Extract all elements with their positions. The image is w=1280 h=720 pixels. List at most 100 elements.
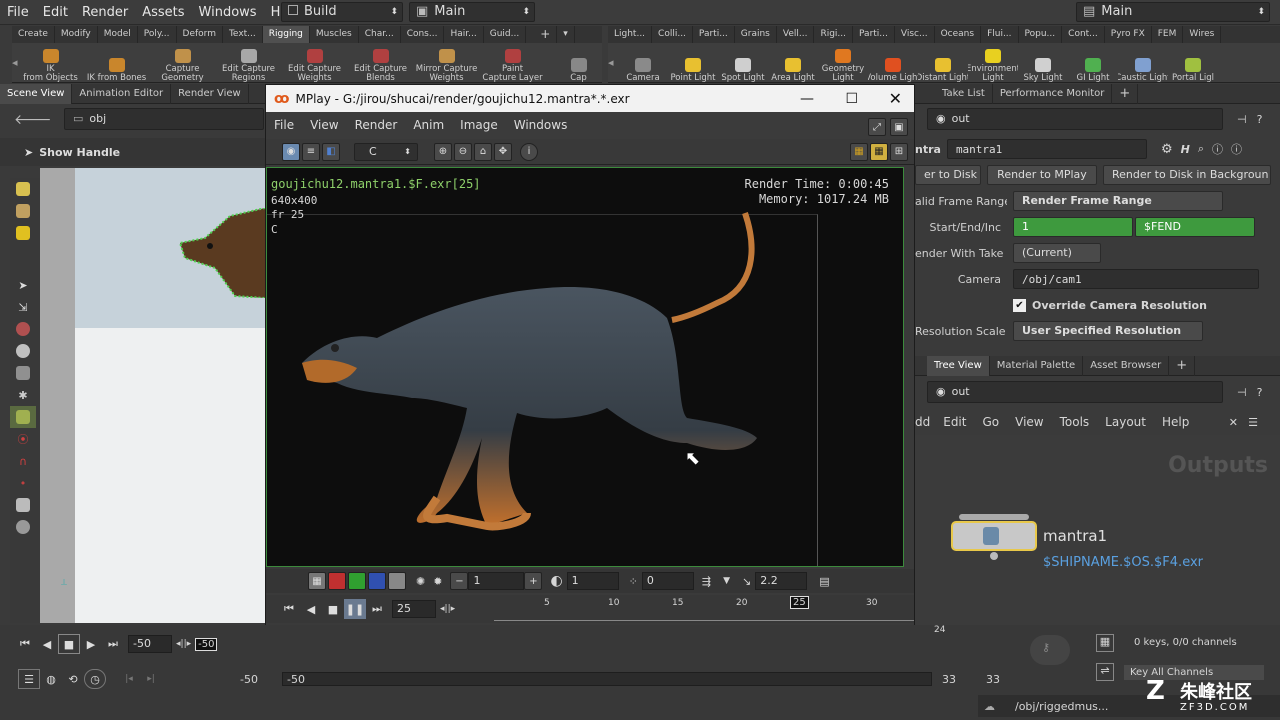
magnet-icon[interactable]: ∩ (10, 450, 36, 472)
step-back-icon[interactable]: ◂| (440, 604, 448, 614)
display-mode-icon[interactable]: ◉ (282, 142, 300, 161)
maximize-icon[interactable]: ☐ (845, 91, 858, 107)
exposure-value-field[interactable]: 0 (641, 572, 694, 590)
mplay-menu-view[interactable]: View (302, 112, 346, 139)
network-menu-view[interactable]: View (1007, 415, 1051, 429)
options-icon[interactable]: ☰ (18, 669, 40, 689)
tab-performance-monitor[interactable]: Performance Monitor (993, 83, 1113, 104)
end-frame-field[interactable]: $FEND (1135, 217, 1255, 237)
left-tool-8[interactable]: Cap (546, 43, 612, 83)
scene-viewport[interactable]: ⟂ (40, 168, 265, 623)
camera-icon[interactable] (10, 516, 36, 538)
render-to-mplay-button[interactable]: Render to MPlay (987, 165, 1097, 185)
current-frame-field[interactable]: 25 (392, 600, 436, 618)
blue-channel-icon[interactable] (368, 572, 386, 590)
jump-end-icon[interactable]: ⏭ (102, 634, 124, 654)
view-icon[interactable] (10, 406, 36, 428)
network-editor[interactable]: Outputs mantra1 $SHIPNAME.$OS.$F4.exr (915, 435, 1280, 625)
shelf-tab-text[interactable]: Text... (223, 26, 263, 43)
shelf-tab-hair[interactable]: Hair... (444, 26, 484, 43)
exposure-icon[interactable]: ⁘ (629, 575, 638, 588)
red-channel-icon[interactable] (328, 572, 346, 590)
right-tool-1[interactable]: Point Light (668, 43, 718, 83)
shelf-tab-oceans[interactable]: Oceans (935, 26, 982, 43)
out-path-field[interactable]: ◉ out (927, 108, 1223, 130)
context-dropdown[interactable]: ▣ Main ⬍ (409, 2, 535, 22)
right-tool-5[interactable]: Volume Light (868, 43, 918, 83)
camera-field[interactable]: /obj/cam1 (1013, 269, 1259, 289)
tab-render-view[interactable]: Render View (171, 83, 249, 104)
rgb-icon[interactable]: ▦ (308, 572, 326, 590)
paint-tool[interactable] (10, 222, 36, 244)
left-tool-4[interactable]: Edit Capture Weights (282, 43, 348, 83)
override-resolution-checkbox[interactable]: ✔ (1013, 298, 1026, 312)
network-menu-add[interactable]: dd (915, 415, 935, 429)
cloud-icon[interactable]: ☁ (984, 700, 995, 713)
pin-icon[interactable]: ⊣ (1237, 386, 1247, 399)
gamma-icon[interactable]: ◐ (550, 573, 562, 589)
gear-icon[interactable]: ⚙ (1161, 142, 1173, 157)
channel-dropdown[interactable]: C ⬍ (354, 142, 418, 161)
zoom-out-icon[interactable]: ⊖ (454, 142, 472, 161)
channel-list-icon[interactable]: ▦ (1096, 634, 1114, 652)
stop-icon[interactable]: ■ (58, 634, 80, 654)
right-tool-3[interactable]: Area Light (768, 43, 818, 83)
network-path-field[interactable]: ◉ out (927, 381, 1223, 403)
help-icon[interactable]: ? (1257, 386, 1263, 399)
network-menu-help[interactable]: Help (1154, 415, 1197, 429)
jump-end-icon[interactable]: ⏭ (366, 599, 388, 619)
mplay-menu-image[interactable]: Image (452, 112, 506, 139)
desktop-dropdown[interactable]: Build ⬍ (281, 2, 403, 22)
jump-start-icon[interactable]: ⏮ (14, 634, 36, 654)
shelf-tab-guid[interactable]: Guid... (484, 26, 527, 43)
grid-icon[interactable]: ▦ (870, 142, 888, 161)
help-icon[interactable]: ⓘ (1231, 141, 1242, 157)
shelf-tab-muscles[interactable]: Muscles (310, 26, 359, 43)
step-forward-icon[interactable]: |▸ (448, 604, 456, 614)
fit-icon[interactable]: ⤢ (868, 118, 886, 136)
move-tool[interactable] (10, 200, 36, 222)
left-tool-7[interactable]: Paint Capture Layer (480, 43, 546, 83)
key-all-icon[interactable]: ⇌ (1096, 663, 1114, 681)
render-background-button[interactable]: Render to Disk in Backgroun (1103, 165, 1271, 185)
mplay-menu-render[interactable]: Render (347, 112, 406, 139)
shelf-tab-collisions[interactable]: Colli... (652, 26, 693, 43)
left-tool-6[interactable]: Mirror Capture Weights (414, 43, 480, 83)
tab-take-list[interactable]: Take List (935, 83, 993, 104)
search-icon[interactable]: ⌕ (1198, 142, 1204, 156)
shelf-tab-deform[interactable]: Deform (177, 26, 223, 43)
current-frame-marker[interactable]: 25 (790, 596, 809, 609)
close-icon[interactable]: ✕ (889, 89, 902, 108)
curve-icon[interactable]: ↘ (742, 575, 751, 588)
pause-icon[interactable]: ❚❚ (344, 599, 366, 619)
loop-icon[interactable]: ⟲ (62, 669, 84, 689)
mplay-menu-file[interactable]: File (266, 112, 302, 139)
tab-animation-editor[interactable]: Animation Editor (72, 83, 172, 104)
play-reverse-icon[interactable]: ◀ (36, 634, 58, 654)
shelf-tab-cons[interactable]: Cons... (401, 26, 445, 43)
stop-icon[interactable]: ■ (322, 599, 344, 619)
layer-icon[interactable] (10, 494, 36, 516)
range-end-icon[interactable]: ▸| (140, 669, 162, 689)
left-tool-2[interactable]: Capture Geometry (150, 43, 216, 83)
layout-icon[interactable]: ▣ (890, 118, 908, 136)
shelf-tab-rigid[interactable]: Rigi... (814, 26, 854, 43)
list-icon[interactable]: ≡ (302, 142, 320, 161)
shelf-tab-pyrofx[interactable]: Pyro FX (1105, 26, 1152, 43)
mplay-titlebar[interactable]: ꝏ MPlay - G:/jirou/shucai/render/goujich… (266, 85, 914, 112)
network-menu-tools[interactable]: Tools (1052, 415, 1098, 429)
handle-icon[interactable] (10, 362, 36, 384)
shelf-tab-fluids[interactable]: Flui... (981, 26, 1019, 43)
histogram-icon[interactable]: ▤ (819, 575, 829, 588)
menu-file[interactable]: File (0, 0, 36, 25)
increment-icon[interactable]: + (524, 572, 543, 590)
step-back-icon[interactable]: ◂| (176, 639, 184, 649)
green-channel-icon[interactable] (348, 572, 366, 590)
network-menu-edit[interactable]: Edit (935, 415, 974, 429)
decrement-icon[interactable]: − (450, 572, 469, 590)
show-handle-label[interactable]: Show Handle (39, 146, 120, 159)
h-icon[interactable]: H (1181, 143, 1190, 156)
right-tool-2[interactable]: Spot Light (718, 43, 768, 83)
shelf-tab-particle-fluids[interactable]: Parti... (853, 26, 895, 43)
audio-icon[interactable]: ◍ (40, 669, 62, 689)
